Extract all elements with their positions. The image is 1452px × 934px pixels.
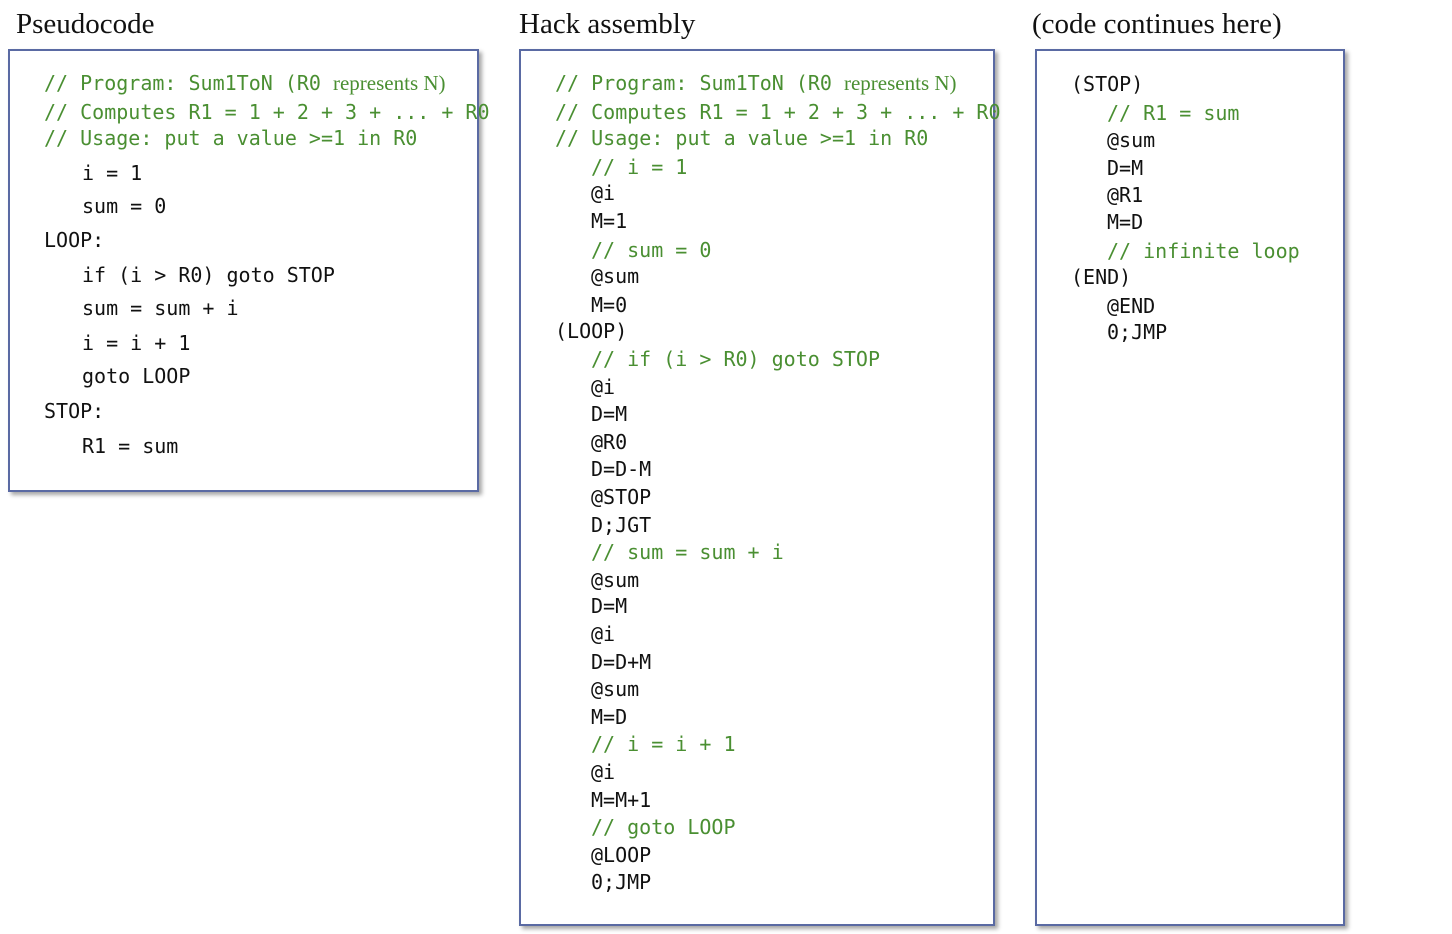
hack-comment: // sum = 0	[591, 238, 712, 262]
hack-instruction: M=D	[591, 705, 628, 729]
hack-instruction: @sum	[591, 264, 640, 288]
hack-assembly-heading: Hack assembly	[519, 8, 696, 40]
hack-comment: // i = i + 1	[591, 732, 736, 756]
continued-instruction: @R1	[1107, 183, 1144, 207]
continued-instruction: D=M	[1107, 156, 1144, 180]
continued-comment: // R1 = sum	[1107, 101, 1240, 125]
hack-comment-computes: // Computes R1 = 1 + 2 + 3 + ... + R0	[555, 100, 1001, 124]
hack-instruction: @R0	[591, 430, 628, 454]
pseudocode-line: sum = 0	[82, 194, 167, 218]
hack-comment: // sum = sum + i	[591, 540, 784, 564]
hack-instruction: D=M	[591, 402, 628, 426]
hack-instruction: D=M	[591, 594, 628, 618]
hack-instruction: D=D-M	[591, 457, 652, 481]
hack-comment: // i = 1	[591, 155, 688, 179]
hack-instruction: M=M+1	[591, 788, 652, 812]
code-continues-panel: (STOP) // R1 = sum @sum D=M @R1 M=D // i…	[1035, 49, 1345, 926]
continued-instruction: 0;JMP	[1107, 320, 1168, 344]
pseudocode-line: sum = sum + i	[82, 296, 239, 320]
hack-instruction: D;JGT	[591, 513, 652, 537]
hack-comment-program: // Program: Sum1ToN (R0 represents N)	[555, 71, 957, 95]
continued-instruction: @sum	[1107, 128, 1156, 152]
hack-instruction: @sum	[591, 568, 640, 592]
hack-comment: // goto LOOP	[591, 815, 736, 839]
code-continues-heading: (code continues here)	[1032, 8, 1282, 40]
hack-instruction: @i	[591, 622, 616, 646]
hack-instruction: @STOP	[591, 485, 652, 509]
hack-instruction: 0;JMP	[591, 870, 652, 894]
pseudocode-label-stop: STOP:	[44, 399, 105, 423]
hack-assembly-panel: // Program: Sum1ToN (R0 represents N) //…	[519, 49, 1001, 926]
pseudocode-comment-usage: // Usage: put a value >=1 in R0	[44, 126, 418, 150]
continued-instruction: M=D	[1107, 210, 1144, 234]
continued-instruction: @END	[1107, 294, 1156, 318]
pseudocode-line: i = i + 1	[82, 331, 191, 355]
hack-label-loop: (LOOP)	[555, 319, 628, 343]
pseudocode-line: if (i > R0) goto STOP	[82, 263, 335, 287]
continued-comment: // infinite loop	[1107, 239, 1300, 263]
hack-instruction: @i	[591, 181, 616, 205]
pseudocode-label-loop: LOOP:	[44, 228, 105, 252]
hack-instruction: @sum	[591, 677, 640, 701]
pseudocode-line: goto LOOP	[82, 364, 191, 388]
hack-instruction: @i	[591, 375, 616, 399]
pseudocode-comment-program: // Program: Sum1ToN (R0 represents N)	[44, 71, 446, 95]
hack-instruction: @LOOP	[591, 843, 652, 867]
continued-label-end: (END)	[1071, 265, 1132, 289]
pseudocode-line: R1 = sum	[82, 434, 179, 458]
hack-instruction: @i	[591, 760, 616, 784]
hack-comment-usage: // Usage: put a value >=1 in R0	[555, 126, 929, 150]
pseudocode-heading: Pseudocode	[16, 8, 155, 40]
hack-comment: // if (i > R0) goto STOP	[591, 347, 880, 371]
hack-instruction: M=0	[591, 293, 628, 317]
continued-label-stop: (STOP)	[1071, 72, 1144, 96]
pseudocode-line: i = 1	[82, 161, 143, 185]
pseudocode-panel: // Program: Sum1ToN (R0 represents N) //…	[8, 49, 490, 492]
pseudocode-comment-computes: // Computes R1 = 1 + 2 + 3 + ... + R0	[44, 100, 490, 124]
hack-instruction: M=1	[591, 209, 628, 233]
hack-instruction: D=D+M	[591, 650, 652, 674]
